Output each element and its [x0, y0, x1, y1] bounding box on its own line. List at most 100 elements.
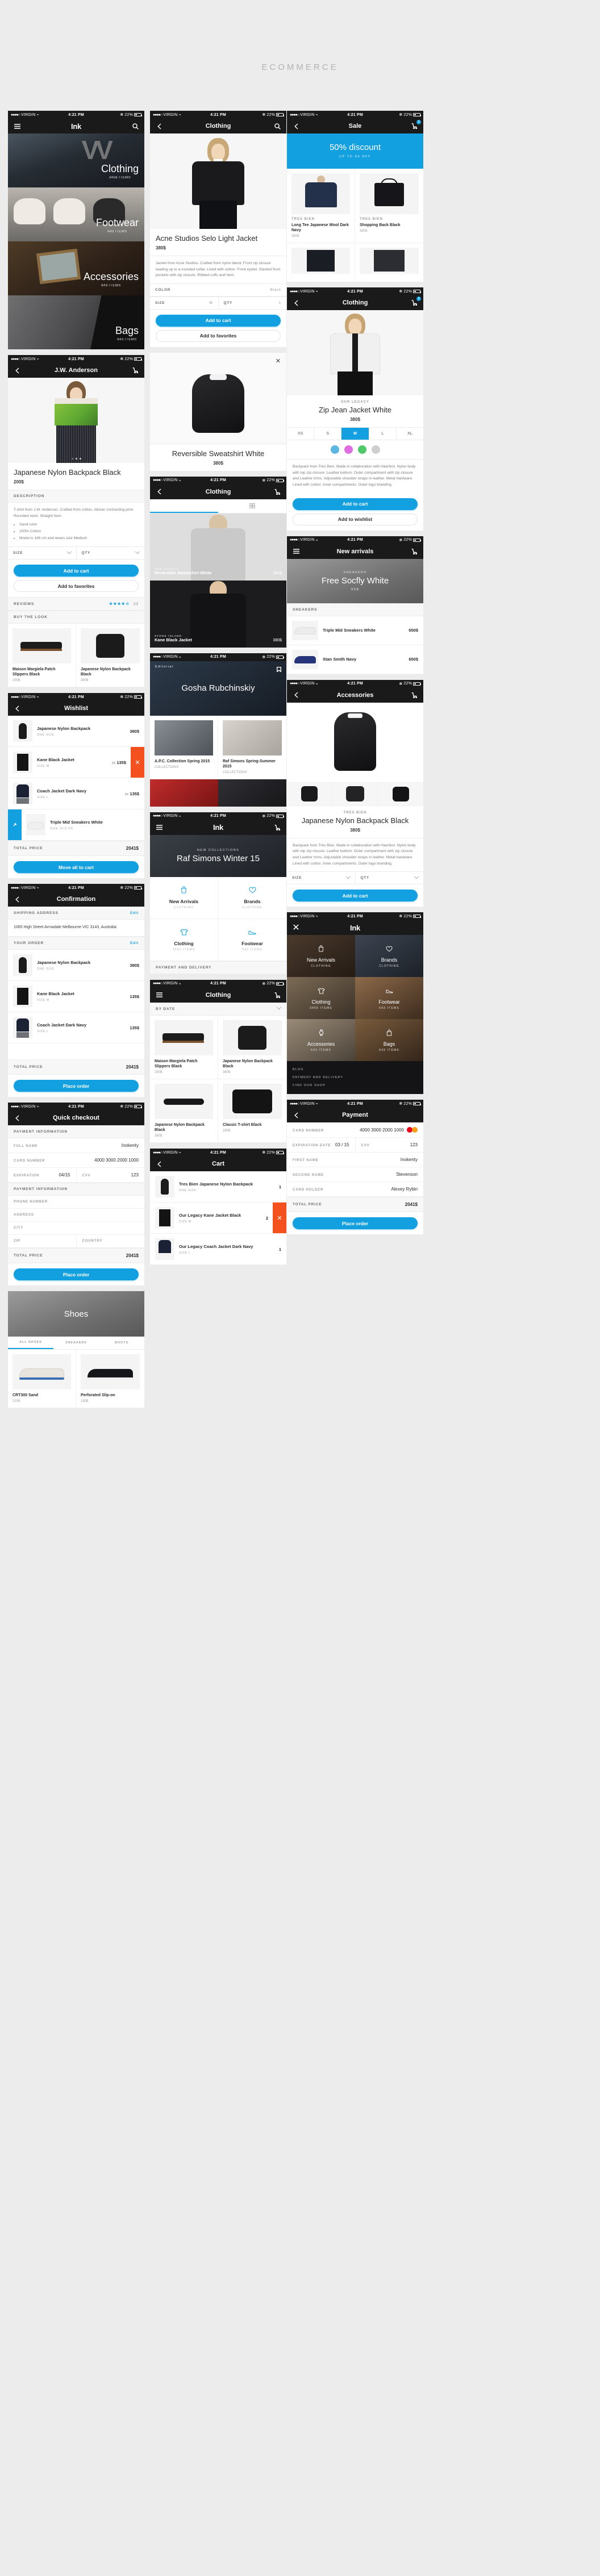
- footer-link-payment[interactable]: PAYMENT AND DELIVERY: [293, 1074, 418, 1082]
- color-select[interactable]: COLOR Black: [150, 284, 286, 296]
- footer-link-blog[interactable]: BLOG: [293, 1066, 418, 1074]
- reviews-header[interactable]: REVIEWS ★★★★☆ 22: [8, 597, 144, 611]
- card-holder-field[interactable]: CARD HOLDER Alexey Rybin: [287, 1182, 423, 1197]
- first-name-field[interactable]: FIRST NAME Inokenty: [287, 1153, 423, 1168]
- product-gallery[interactable]: [287, 310, 423, 396]
- menu-icon[interactable]: [155, 990, 164, 1001]
- menu-tile-new-arrivals[interactable]: New Arrivals CLOTHING: [287, 935, 355, 978]
- back-icon[interactable]: [155, 120, 164, 132]
- cart-row[interactable]: Our Legacy Coach Jacket Dark Navy SIZE L…: [150, 1234, 286, 1266]
- menu-icon[interactable]: [291, 546, 301, 557]
- sort-header[interactable]: BY DATE: [150, 1002, 286, 1016]
- strip-image-2[interactable]: [218, 779, 286, 807]
- product-item[interactable]: Japanese Nylon Backpack Black 380$: [218, 1016, 286, 1080]
- close-icon[interactable]: ✕: [291, 922, 301, 933]
- strip-image-1[interactable]: [150, 779, 218, 807]
- back-icon[interactable]: [291, 297, 301, 308]
- size-select[interactable]: SIZE M: [150, 297, 218, 309]
- size-chip-m[interactable]: M: [341, 428, 369, 440]
- add-to-favorites-button[interactable]: Add to favorites: [14, 580, 139, 592]
- shoe-item[interactable]: CRT300 Sand 210$: [8, 1350, 76, 1409]
- country-field[interactable]: COUNTRY: [76, 1235, 145, 1248]
- clothing-item-1[interactable]: OUR LEGACY Reversible Sweatshirt White 3…: [150, 513, 286, 581]
- city-field[interactable]: CITY: [8, 1222, 144, 1235]
- grid-view-icon[interactable]: [218, 499, 286, 513]
- add-to-favorites-button[interactable]: Add to favorites: [156, 329, 281, 342]
- address-field[interactable]: ADDRESS: [8, 1209, 144, 1222]
- shoes-hero[interactable]: Shoes: [8, 1291, 144, 1337]
- thumb-1[interactable]: [287, 782, 333, 805]
- qty-select[interactable]: QTY: [76, 547, 145, 560]
- size-select[interactable]: SIZE: [8, 547, 76, 559]
- product-gallery[interactable]: [150, 133, 286, 229]
- product-gallery[interactable]: [287, 702, 423, 782]
- sneaker-row[interactable]: Stan Smith Navy 650$: [287, 645, 423, 674]
- card-number-field[interactable]: CARD NUMBER 4000 3000 2000 1000: [8, 1153, 144, 1168]
- wishlist-row[interactable]: Japanese Nylon Backpack ONE SIZE 380$: [8, 716, 144, 748]
- clothing-item-2[interactable]: STONE ISLAND Kane Black Jacket 380$: [150, 580, 286, 648]
- place-order-button[interactable]: Place order: [14, 1080, 139, 1092]
- menu-tile-footwear[interactable]: Footwear 643 ITEMS: [355, 977, 423, 1020]
- gallery-dots[interactable]: [8, 458, 144, 460]
- menu-tile-bags[interactable]: Bags 643 ITEMS: [355, 1019, 423, 1062]
- wishlist-row[interactable]: Kane Black Jacket SIZE M 2X 135$ ✕: [8, 747, 144, 779]
- look-item[interactable]: Japanese Nylon Backpack Black 380$: [76, 624, 144, 688]
- back-icon[interactable]: [13, 894, 22, 905]
- close-icon[interactable]: ✕: [276, 357, 281, 365]
- second-name-field[interactable]: SECOND NAME Stevenson: [287, 1167, 423, 1183]
- menu-tile-brands[interactable]: Brands CLOTHING: [355, 935, 423, 978]
- cvv-field[interactable]: CVV 123: [76, 1168, 145, 1183]
- cart-icon[interactable]: [273, 822, 282, 833]
- shoe-item[interactable]: Perforated Slip-on 190$: [76, 1350, 144, 1409]
- back-icon[interactable]: [155, 486, 164, 498]
- delete-item-button[interactable]: ✕: [273, 1203, 286, 1234]
- cart-icon[interactable]: [273, 990, 282, 1001]
- size-select[interactable]: SIZE: [287, 872, 355, 884]
- cvv-field[interactable]: CVV 123: [355, 1138, 424, 1153]
- back-icon[interactable]: [291, 690, 301, 701]
- sale-item[interactable]: [355, 243, 423, 282]
- add-to-wishlist-button[interactable]: Add to wishlist: [293, 513, 418, 525]
- move-all-to-cart-button[interactable]: Move all to cart: [14, 861, 139, 874]
- tab-sneakers[interactable]: SNEAKERS: [53, 1337, 99, 1349]
- ink-promo[interactable]: NEW COLLECTIONS Raf Simons Winter 15: [150, 834, 286, 877]
- cart-icon[interactable]: [410, 546, 419, 557]
- category-footwear[interactable]: Footwear 643 ITEMS: [8, 187, 144, 241]
- tab-all-shoes[interactable]: ALL SHOES: [8, 1337, 53, 1350]
- category-clothing[interactable]: Clothing 3456 ITEMS: [8, 133, 144, 187]
- editorial-item[interactable]: A.P.C. Collection Spring 2015 COLLECTION…: [150, 715, 218, 779]
- product-item[interactable]: Japanese Nylon Backpack Black 380$: [150, 1079, 218, 1143]
- expiration-field[interactable]: EXPIRATION 04/15: [8, 1168, 76, 1182]
- menu-tile-clothing[interactable]: Clothing 3456 ITEMS: [287, 977, 355, 1020]
- back-icon[interactable]: [13, 1112, 22, 1124]
- thumb-3[interactable]: [378, 782, 423, 805]
- color-swatch-pink[interactable]: [344, 445, 353, 454]
- search-icon[interactable]: [131, 120, 140, 132]
- delete-item-button[interactable]: ✕: [131, 747, 144, 778]
- cart-row[interactable]: Tres Bien Japanese Nylon Backpack ONE SI…: [150, 1171, 286, 1203]
- cart-icon[interactable]: [410, 690, 419, 701]
- category-bags[interactable]: Bags 643 ITEMS: [8, 295, 144, 349]
- back-icon[interactable]: [291, 1109, 301, 1121]
- product-item[interactable]: Classic T-shirt Black 290$: [218, 1079, 286, 1143]
- category-accessories[interactable]: Accessories 643 ITEMS: [8, 241, 144, 295]
- look-item[interactable]: Maison Margiela Patch Slippers Black 290…: [8, 624, 76, 688]
- back-icon[interactable]: [155, 1158, 164, 1170]
- place-order-button[interactable]: Place order: [14, 1268, 139, 1281]
- menu-tile-brands[interactable]: Brands CLOTHING: [218, 876, 286, 919]
- menu-tile-accessories[interactable]: Accessories 643 ITEMS: [287, 1019, 355, 1062]
- menu-tile-clothing[interactable]: Clothing 3456 ITEMS: [150, 918, 218, 961]
- card-number-field[interactable]: CARD NUMBER 4000 3000 2000 1000: [287, 1122, 423, 1138]
- back-icon[interactable]: [291, 120, 301, 132]
- zip-field[interactable]: ZIP: [8, 1235, 76, 1247]
- wishlist-row[interactable]: Coach Jacket Dark Navy SIZE L 2X 135$: [8, 778, 144, 810]
- thumb-2[interactable]: [332, 782, 378, 805]
- menu-icon[interactable]: [155, 822, 164, 833]
- full-name-field[interactable]: FULL NAME Inokenty: [8, 1138, 144, 1154]
- color-swatch-green[interactable]: [357, 445, 366, 454]
- edit-order-link[interactable]: Edit: [130, 942, 139, 945]
- cart-icon[interactable]: 3: [410, 120, 421, 132]
- tab-boots[interactable]: BOOTS: [99, 1337, 144, 1349]
- sale-item[interactable]: TRES BIEN Long Tee Japanese Wool Dark Na…: [287, 169, 355, 244]
- back-icon[interactable]: [13, 365, 22, 376]
